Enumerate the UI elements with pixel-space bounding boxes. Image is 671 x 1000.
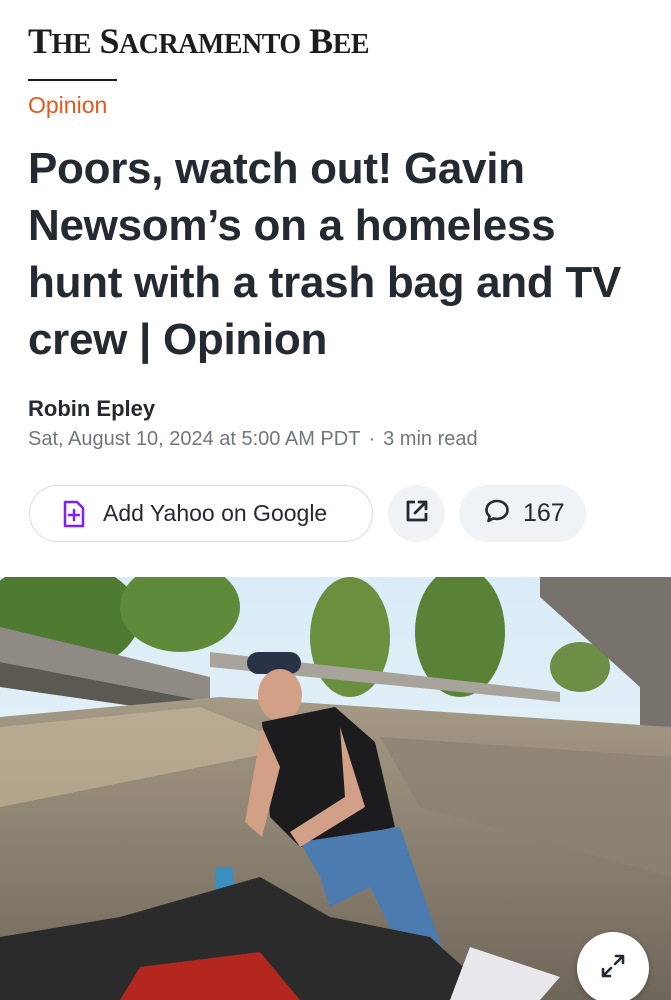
share-button[interactable] xyxy=(388,485,445,542)
add-yahoo-on-google-label: Add Yahoo on Google xyxy=(103,500,328,526)
comments-count: 167 xyxy=(523,499,565,527)
article-meta: Sat, August 10, 2024 at 5:00 AM PDT · 3 mi… xyxy=(28,428,478,451)
meta-separator: · xyxy=(368,428,376,450)
add-yahoo-on-google-button[interactable]: Add Yahoo on Google xyxy=(29,485,373,542)
external-link-icon xyxy=(403,497,431,530)
hero-image[interactable] xyxy=(0,577,671,1000)
plus-square-icon xyxy=(62,500,86,528)
expand-arrows-icon xyxy=(598,951,628,986)
article-headline: Poors, watch out! Gavin Newsom’s on a ho… xyxy=(28,144,621,364)
speech-bubble-icon xyxy=(483,497,511,530)
masthead-logo[interactable]: THE SACRAMENTO BEE xyxy=(28,20,370,62)
author-name[interactable]: Robin Epley xyxy=(28,396,155,422)
expand-image-button[interactable] xyxy=(577,932,649,1000)
section-label[interactable]: Opinion xyxy=(28,92,107,119)
comments-button[interactable]: 167 xyxy=(459,485,586,542)
publish-date: Sat, August 10, 2024 at 5:00 AM PDT xyxy=(28,428,361,450)
masthead-divider xyxy=(28,79,117,81)
read-time: 3 min read xyxy=(383,428,478,450)
